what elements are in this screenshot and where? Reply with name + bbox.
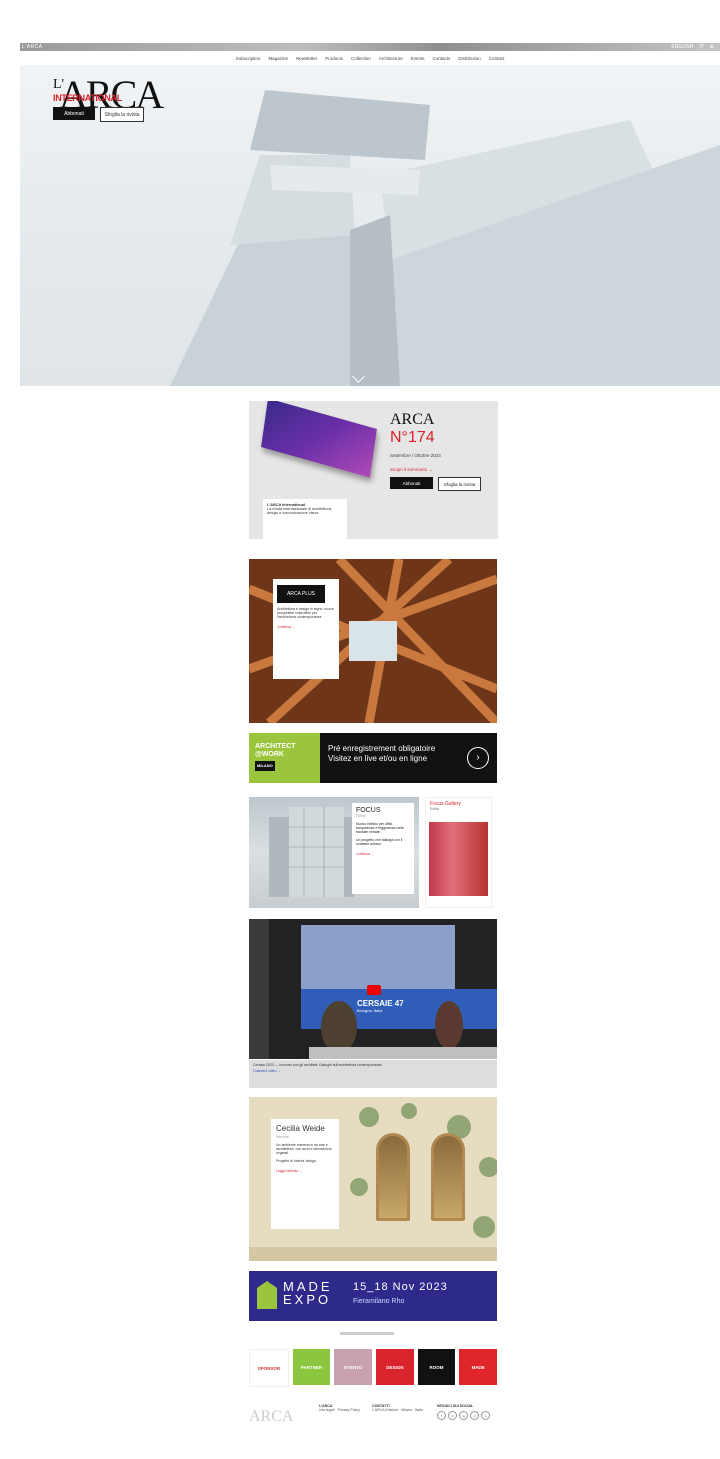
linkedin-icon[interactable]: in [448, 1411, 457, 1420]
nav-item[interactable]: Contacts [433, 56, 451, 61]
banner-line-2: Visitez en live et/ou en ligne [328, 754, 428, 763]
lang-it-link[interactable]: IT [699, 43, 703, 51]
arch-window [431, 1133, 465, 1221]
interior-card: Cecilia Weide Interiors Un ambiente imme… [271, 1119, 339, 1229]
issue-number: N°174 [390, 429, 435, 446]
banner-city: MILANO [255, 761, 275, 771]
issue-brand: ARCA [390, 411, 435, 428]
focus-card: FOCUS Edifici Nuovo edificio per uffici:… [352, 803, 414, 894]
sponsor-logos: SPONSOR PARTNER EVENTO DESIGN ROOM MADE [249, 1349, 498, 1387]
focus-gallery[interactable]: Focus Gallery Edifici [425, 797, 492, 908]
footer-col-3: SEGUICI SUI SOCIAL f in ig yt x [437, 1404, 493, 1420]
top-bar: L'ARCA ENGLISH IT ⊕ [20, 43, 720, 51]
wood-link[interactable]: Continua → [277, 625, 335, 629]
interior-text-2: Progetto di interior design. [276, 1159, 317, 1163]
video-link[interactable]: Guarda il video → [253, 1069, 493, 1073]
focus-article[interactable]: FOCUS Edifici Nuovo edificio per uffici:… [249, 797, 419, 908]
footer-col-1-text[interactable]: Info legali · Privacy Policy [319, 1408, 365, 1412]
interior-title: Cecilia Weide [276, 1124, 325, 1133]
gallery-sub: Edifici [430, 807, 440, 811]
banner-message: Pré enregistrement obligatoire Visitez e… [320, 733, 497, 783]
logo-subtitle: INTERNATIONAL [53, 93, 122, 103]
issue-card-text: La rivista internazionale di architettur… [267, 507, 333, 515]
nav-item[interactable]: Subscription [236, 56, 261, 61]
focus-title: FOCUS [356, 807, 381, 814]
nav-item[interactable]: Newsletter [296, 56, 317, 61]
gallery-image[interactable] [429, 822, 488, 896]
top-right-links: ENGLISH IT ⊕ [671, 43, 714, 51]
nav-item[interactable]: Events [411, 56, 425, 61]
footer-col-1: L'ARCA Info legali · Privacy Policy [319, 1404, 365, 1412]
wood-text: Architettura e design in legno: nuove pr… [277, 607, 334, 619]
footer-col-2-text: L'ARCA Edizioni · Milano · Italia [372, 1408, 423, 1412]
made-expo-date: 15_18 Nov 2023 [353, 1281, 448, 1293]
issue-browse-button[interactable]: Sfoglia la rivista [438, 477, 481, 491]
youtube-icon[interactable]: yt [470, 1411, 479, 1420]
nav-item[interactable]: Magazine [268, 56, 288, 61]
arrow-right-icon[interactable]: › [467, 747, 489, 769]
main-nav: Subscription Magazine Newsletter Product… [20, 51, 720, 65]
sponsor-logo[interactable]: MADE [459, 1349, 498, 1385]
hero-section: L' ARCA INTERNATIONAL Abbonati Sfoglia l… [20, 65, 720, 386]
interior-link[interactable]: Leggi l'articolo → [276, 1169, 334, 1173]
made-expo-name-2: EXPO [283, 1292, 332, 1307]
arca-plus-badge: ARCA PLUS [277, 585, 325, 603]
subscribe-button[interactable]: Abbonati [53, 107, 95, 120]
globe-icon[interactable]: ⊕ [710, 43, 714, 51]
top-brand[interactable]: L'ARCA [22, 43, 43, 51]
interior-article[interactable]: Cecilia Weide Interiors Un ambiente imme… [249, 1097, 497, 1261]
video-text: Cersaie 2023 — Incontro con gli architet… [253, 1063, 383, 1067]
partners-divider [340, 1332, 394, 1335]
nav-item[interactable]: Products [325, 56, 343, 61]
banner-brand-name: ARCHITECT @WORK [255, 743, 296, 758]
sponsor-logo[interactable]: EVENTO [334, 1349, 373, 1385]
footer-col-2: CONTATTI L'ARCA Edizioni · Milano · Ital… [372, 1404, 424, 1412]
video-player[interactable]: CERSAIE 47 Bologna, Italia [249, 919, 497, 1059]
made-expo-logo-icon [257, 1281, 277, 1309]
issue-date: Settembre / Ottobre 2023 [390, 453, 441, 458]
issue-info-card: L'ARCA International La rivista internaz… [263, 499, 347, 539]
interior-sub: Interiors [276, 1135, 289, 1139]
interior-text: Un ambiente immersivo tra arte e archite… [276, 1143, 332, 1155]
issue-contents-link[interactable]: Scopri il sommario → [390, 467, 433, 472]
site-footer: ARCA L'ARCA Info legali · Privacy Policy… [249, 1402, 497, 1442]
sponsor-logo[interactable]: PARTNER [292, 1349, 331, 1385]
social-links: f in ig yt x [437, 1411, 493, 1420]
arch-window [376, 1133, 410, 1221]
footer-col-3-title: SEGUICI SUI SOCIAL [437, 1404, 474, 1408]
issue-section: ARCA N°174 Settembre / Ottobre 2023 Scop… [249, 401, 498, 539]
magazine-cover-image[interactable] [261, 401, 377, 478]
architect-at-work-banner[interactable]: ARCHITECT @WORK MILANO Pré enregistremen… [249, 733, 497, 783]
banner-line-1: Pré enregistrement obligatoire [328, 744, 436, 753]
lang-link[interactable]: ENGLISH [671, 43, 693, 51]
nav-item[interactable]: Collection [351, 56, 371, 61]
made-expo-banner[interactable]: MADE EXPO 15_18 Nov 2023 Fieramilano Rho [249, 1271, 497, 1321]
sponsor-logo[interactable]: DESIGN [376, 1349, 414, 1385]
wood-card: ARCA PLUS Architettura e design in legno… [273, 579, 339, 679]
nav-item[interactable]: Contact [489, 56, 505, 61]
banner-brand: ARCHITECT @WORK MILANO [249, 733, 320, 783]
focus-sub: Edifici [356, 814, 366, 818]
x-icon[interactable]: x [481, 1411, 490, 1420]
nav-item[interactable]: Architecture [379, 56, 403, 61]
browse-magazine-button[interactable]: Sfoglia la rivista [100, 107, 144, 122]
video-description: Cersaie 2023 — Incontro con gli architet… [249, 1060, 497, 1088]
made-expo-name: MADE EXPO [283, 1280, 333, 1306]
focus-text-2: Un progetto che dialoga con il contesto … [356, 838, 403, 846]
gallery-title: Focus Gallery [430, 801, 461, 807]
focus-text: Nuovo edificio per uffici: trasparenza e… [356, 822, 404, 834]
sponsor-logo[interactable]: ROOM [417, 1349, 456, 1385]
issue-subscribe-button[interactable]: Abbonati [390, 477, 433, 489]
instagram-icon[interactable]: ig [459, 1411, 468, 1420]
video-speakers-image [249, 919, 497, 1059]
made-expo-place: Fieramilano Rho [353, 1298, 405, 1305]
sponsor-logo[interactable]: SPONSOR [249, 1349, 289, 1387]
nav-item[interactable]: Distribution [458, 56, 481, 61]
wood-article[interactable]: ARCA PLUS Architettura e design in legno… [249, 559, 497, 723]
focus-link[interactable]: Continua → [356, 852, 410, 856]
facebook-icon[interactable]: f [437, 1411, 446, 1420]
footer-logo[interactable]: ARCA [249, 1408, 293, 1426]
